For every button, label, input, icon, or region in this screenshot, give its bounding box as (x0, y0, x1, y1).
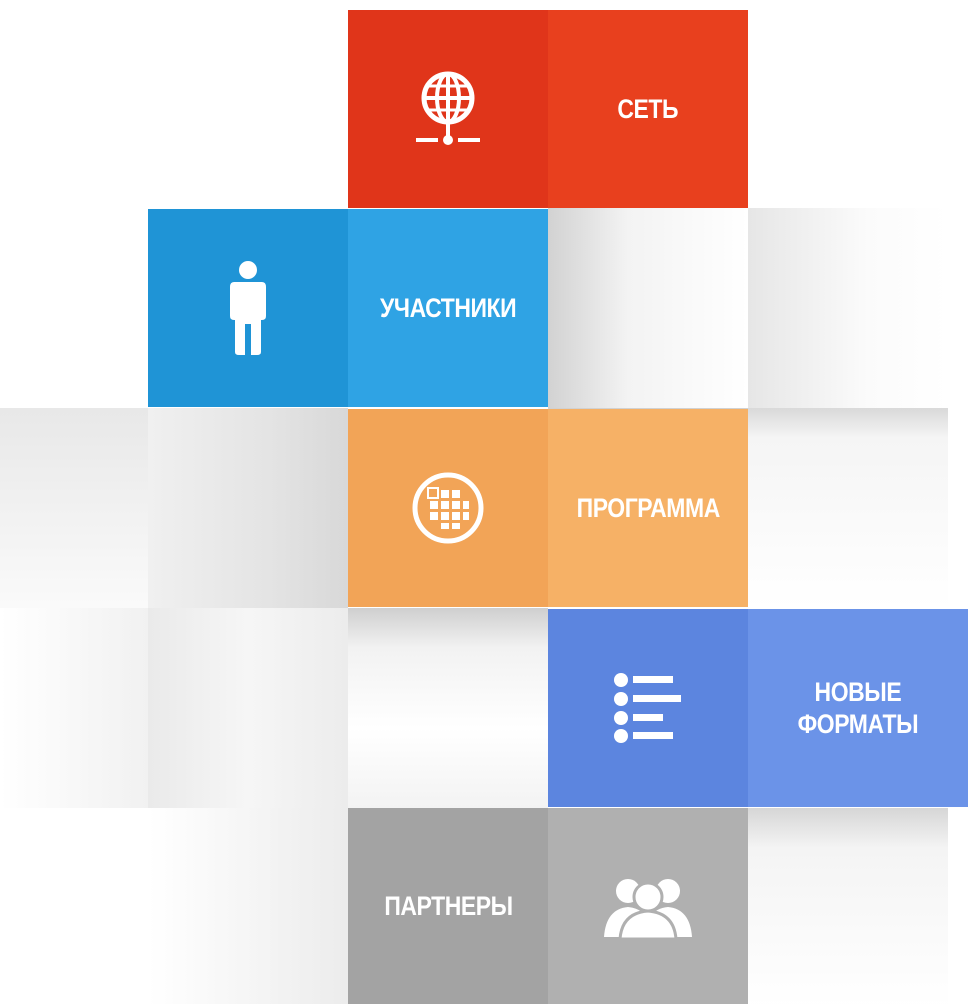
shadow-cell (148, 408, 348, 608)
tile-participants-label: УЧАСТНИКИ (379, 292, 517, 323)
tile-partners-label-panel: ПАРТНЕРЫ (348, 808, 548, 1004)
group-people-icon (600, 873, 696, 939)
globe-network-icon (408, 64, 488, 154)
tile-participants[interactable]: УЧАСТНИКИ (148, 209, 548, 407)
tile-network-icon-panel (348, 10, 548, 208)
tile-partners-icon-panel (548, 808, 748, 1004)
program-grid-icon (410, 470, 486, 546)
tile-partners[interactable]: ПАРТНЕРЫ (348, 808, 748, 1004)
tile-new-formats-icon-panel (548, 609, 748, 807)
shadow-cell (148, 808, 348, 1004)
tile-network-label-panel: СЕТЬ (548, 10, 748, 208)
tile-network[interactable]: СЕТЬ (348, 10, 748, 208)
shadow-cell (748, 208, 948, 408)
tile-program-label: ПРОГРАММА (576, 492, 720, 523)
shadow-cell (748, 808, 948, 1004)
tile-program-label-panel: ПРОГРАММА (548, 409, 748, 607)
shadow-cell (548, 208, 748, 408)
shadow-cell (0, 608, 148, 808)
tile-network-label: СЕТЬ (617, 93, 679, 124)
tile-program-icon-panel (348, 409, 548, 607)
tile-new-formats-label-panel: НОВЫЕ ФОРМАТЫ (748, 609, 968, 807)
tile-partners-label: ПАРТНЕРЫ (383, 890, 513, 921)
shadow-cell (348, 608, 548, 808)
list-icon (613, 672, 683, 744)
tile-menu-canvas: СЕТЬ УЧАСТНИКИ ПРОГРАММА НОВЫЕ ФОРМАТЫ П… (0, 0, 968, 1004)
tile-participants-icon-panel (148, 209, 348, 407)
tile-new-formats-label: НОВЫЕ ФОРМАТЫ (797, 676, 919, 739)
shadow-cell (148, 608, 348, 808)
tile-program[interactable]: ПРОГРАММА (348, 409, 748, 607)
person-icon (226, 260, 270, 356)
shadow-cell (748, 408, 948, 608)
shadow-cell (0, 408, 148, 608)
tile-participants-label-panel: УЧАСТНИКИ (348, 209, 548, 407)
tile-new-formats[interactable]: НОВЫЕ ФОРМАТЫ (548, 609, 968, 807)
